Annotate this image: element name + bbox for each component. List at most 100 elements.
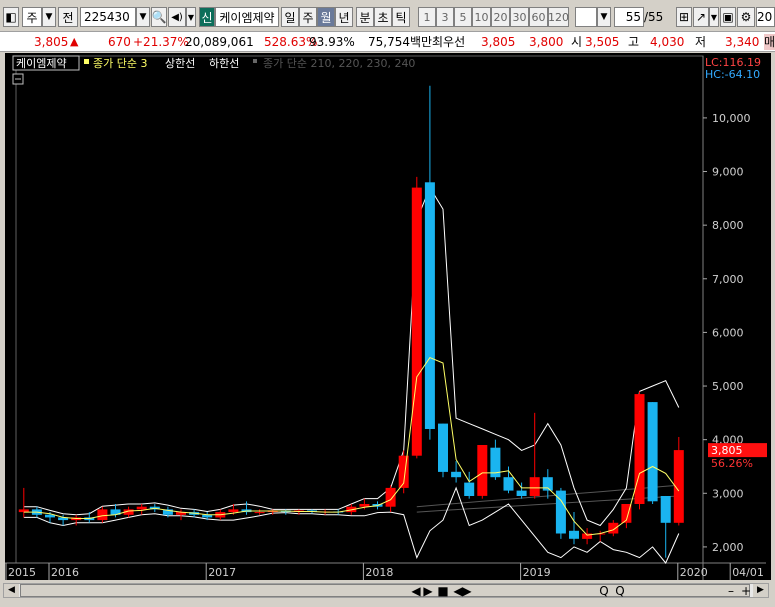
legend-stock-name: 케이엠제약 bbox=[16, 56, 67, 70]
current-price-label: 3,805 bbox=[711, 444, 743, 457]
legend-ma-swatch bbox=[84, 59, 89, 64]
stock-name: 케이엠제약 bbox=[219, 10, 275, 25]
grid-icon[interactable]: ⊞ bbox=[676, 7, 692, 27]
price-change: 670 bbox=[108, 35, 131, 49]
best-ask: 3,805 bbox=[481, 35, 516, 49]
turnover-ratio: 93.93% bbox=[309, 35, 355, 49]
x-tick-label: 04/01 bbox=[732, 566, 764, 579]
candle-body bbox=[438, 423, 448, 472]
candle-body bbox=[608, 522, 619, 534]
candle-body bbox=[411, 187, 422, 456]
candle-body bbox=[424, 182, 435, 429]
chart-window: ◧ 주 ▼ 전 225430 ▼ 🔍 ◀) ▼ 신 케이엠제약 ▼ 55 /55… bbox=[0, 0, 775, 607]
legend-extra-swatch bbox=[253, 59, 257, 63]
candle-body bbox=[254, 512, 265, 514]
y-tick-label: 8,000 bbox=[712, 219, 744, 232]
candle-body bbox=[529, 477, 540, 496]
stock-code-input[interactable]: 225430 bbox=[80, 7, 136, 27]
period-button-3[interactable]: 년 bbox=[335, 7, 353, 27]
interval-button-0[interactable]: 1 bbox=[418, 7, 436, 27]
count-input[interactable]: 55 bbox=[614, 7, 644, 27]
high-price: 4,030 bbox=[650, 35, 685, 49]
tools-dropdown-icon[interactable]: ▼ bbox=[709, 7, 719, 27]
period-button-5[interactable]: 초 bbox=[374, 7, 392, 27]
x-tick-label: 2017 bbox=[208, 566, 236, 579]
plot-frame bbox=[15, 55, 704, 564]
x-tick-label: 2018 bbox=[365, 566, 393, 579]
gear-icon[interactable]: ⚙ bbox=[737, 7, 755, 27]
fwd-control-icon[interactable]: ▶ bbox=[461, 584, 473, 598]
x-tick-label: 2020 bbox=[680, 566, 708, 579]
date-field[interactable]: 20 bbox=[756, 7, 775, 27]
scroll-thumb[interactable] bbox=[20, 584, 750, 597]
current-price: 3,805 bbox=[34, 35, 69, 49]
interval-button-5[interactable]: 30 bbox=[510, 7, 529, 27]
y-tick-label: 2,000 bbox=[712, 541, 744, 554]
interval-button-6[interactable]: 60 bbox=[529, 7, 548, 27]
search-icon[interactable]: 🔍 bbox=[151, 7, 167, 27]
count-total-label: /55 bbox=[644, 10, 664, 24]
window-menu-icon[interactable]: ◧ bbox=[3, 7, 19, 27]
prev-control-icon[interactable]: ◀ bbox=[410, 584, 422, 598]
interval-button-2[interactable]: 5 bbox=[454, 7, 472, 27]
best-bid: 3,800 bbox=[529, 35, 564, 49]
zoom-in-control-icon[interactable]: Q bbox=[598, 584, 610, 598]
lower-band-line bbox=[23, 486, 680, 564]
date-field-text: 20 bbox=[757, 10, 773, 24]
interval-button-4[interactable]: 20 bbox=[491, 7, 510, 27]
x-tick-label: 2015 bbox=[8, 566, 36, 579]
chart-svg[interactable]: 2,0003,0004,0005,0006,0007,0008,0009,000… bbox=[5, 53, 771, 580]
candle-body bbox=[464, 482, 475, 496]
period-button-0[interactable]: 일 bbox=[281, 7, 299, 27]
period-button-4[interactable]: 분 bbox=[356, 7, 374, 27]
period-button-6[interactable]: 틱 bbox=[392, 7, 410, 27]
period-button-2[interactable]: 월 bbox=[317, 7, 335, 27]
minus-control-icon[interactable]: – bbox=[725, 584, 737, 598]
candle-body bbox=[97, 509, 108, 521]
interval-custom-field[interactable] bbox=[575, 7, 597, 27]
price-chart[interactable]: 2,000 3,000 4,000 5,000 6,000 7,000 8,000 9,000… bbox=[5, 53, 771, 580]
speaker-dropdown-icon[interactable]: ▼ bbox=[186, 7, 196, 27]
interval-button-3[interactable]: 10 bbox=[472, 7, 491, 27]
change-percent: +21.37% bbox=[133, 35, 189, 49]
plus-control-icon[interactable]: + bbox=[740, 584, 752, 598]
y-tick-label: 9,000 bbox=[712, 166, 744, 179]
save-icon[interactable]: ▣ bbox=[720, 7, 736, 27]
zoom-out-control-icon[interactable]: Q bbox=[614, 584, 626, 598]
market-dropdown-icon[interactable]: ▼ bbox=[42, 7, 56, 27]
best-ask-label: 최우선 bbox=[432, 35, 466, 49]
upper-band-line bbox=[23, 186, 680, 527]
x-tick-label: 2019 bbox=[523, 566, 551, 579]
scroll-left-icon[interactable]: ◀ bbox=[4, 584, 19, 597]
volume: 20,089,061 bbox=[185, 35, 254, 49]
speaker-icon[interactable]: ◀) bbox=[168, 7, 186, 27]
prev-label: 전 bbox=[62, 10, 74, 25]
code-dropdown-icon[interactable]: ▼ bbox=[136, 7, 150, 27]
interval-button-7[interactable]: 120 bbox=[548, 7, 569, 27]
quote-bar: 3,805 ▲ 670 +21.37% 20,089,061 528.63% 9… bbox=[0, 32, 775, 52]
low-price: 3,340 bbox=[725, 35, 760, 49]
market-type-label: 주 bbox=[26, 10, 38, 25]
next-control-icon[interactable]: ▶ bbox=[422, 584, 434, 598]
candle-body bbox=[136, 506, 147, 510]
candle-body bbox=[477, 445, 488, 496]
low-label: 저 bbox=[695, 35, 707, 49]
period-button-1[interactable]: 주 bbox=[299, 7, 317, 27]
interval-button-1[interactable]: 3 bbox=[436, 7, 454, 27]
new-badge: 신 bbox=[199, 7, 215, 27]
x-tick-label: 2016 bbox=[51, 566, 79, 579]
y-tick-label: 10,000 bbox=[712, 112, 751, 125]
trade-amount: 75,754백만 bbox=[368, 35, 433, 49]
candle-body bbox=[503, 477, 514, 491]
candle-body bbox=[647, 402, 658, 502]
chart-tools-icon[interactable]: ↗ bbox=[693, 7, 709, 27]
interval-dropdown-icon[interactable]: ▼ bbox=[597, 7, 611, 27]
hc-label: HC:-64.10 bbox=[705, 68, 760, 81]
stop-control-icon[interactable]: ■ bbox=[437, 584, 449, 598]
legend-lower-label: 하한선 bbox=[209, 56, 239, 70]
scroll-right-icon[interactable]: ▶ bbox=[753, 584, 768, 597]
horizontal-scrollbar[interactable]: ◀ ▶ bbox=[3, 583, 769, 598]
prev-button[interactable]: 전 bbox=[58, 7, 78, 27]
candle-body bbox=[569, 530, 579, 539]
market-type-select[interactable]: 주 bbox=[22, 7, 42, 27]
